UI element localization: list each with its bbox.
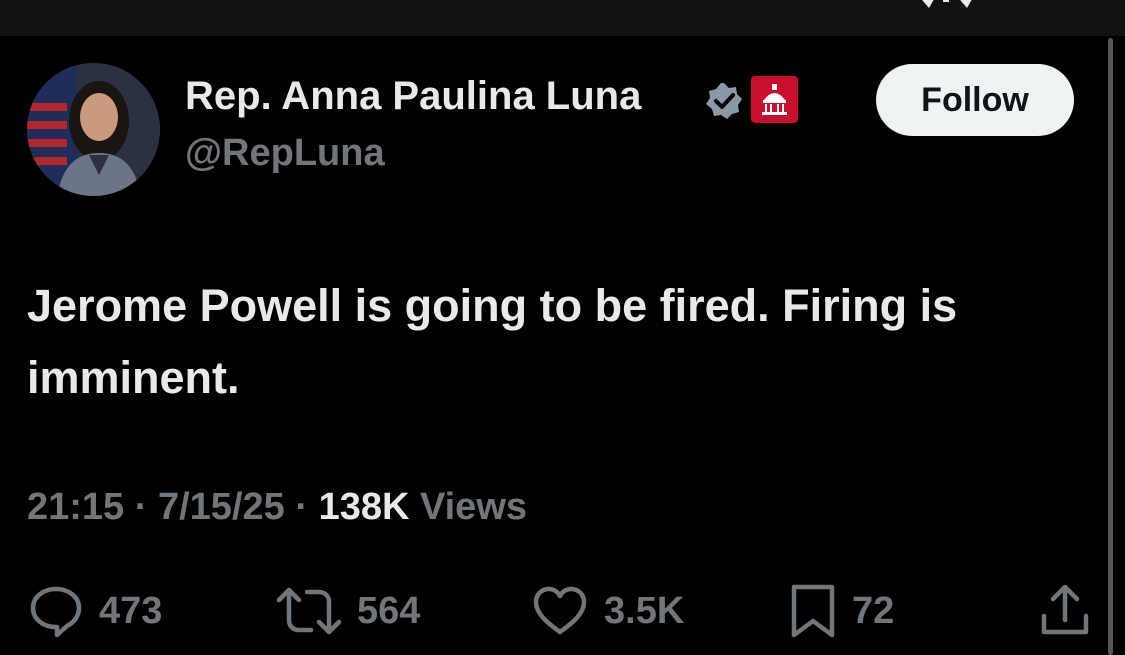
repost-icon bbox=[276, 587, 342, 635]
heart-icon bbox=[533, 586, 587, 635]
meta-separator: · bbox=[134, 486, 148, 528]
top-bar-logo-icon bbox=[915, 0, 985, 8]
reply-count: 473 bbox=[99, 589, 163, 632]
bookmark-button[interactable]: 72 bbox=[788, 582, 894, 640]
like-count: 3.5K bbox=[604, 589, 685, 632]
tweet-time[interactable]: 21:15 bbox=[27, 486, 124, 528]
scrollbar[interactable] bbox=[1108, 38, 1113, 655]
share-button[interactable] bbox=[1036, 582, 1094, 640]
share-icon bbox=[1041, 584, 1089, 635]
tweet-text: Jerome Powell is going to be fired. Firi… bbox=[27, 280, 958, 403]
avatar[interactable] bbox=[27, 63, 160, 196]
bookmark-count: 72 bbox=[852, 589, 895, 632]
meta-separator: · bbox=[295, 486, 308, 528]
bookmark-icon bbox=[791, 584, 835, 638]
display-name[interactable]: Rep. Anna Paulina Luna bbox=[185, 74, 641, 119]
repost-button[interactable]: 564 bbox=[275, 582, 420, 640]
like-button[interactable]: 3.5K bbox=[530, 582, 684, 640]
top-bar bbox=[0, 0, 1125, 36]
tweet-date[interactable]: 7/15/25 bbox=[158, 486, 285, 528]
repost-count: 564 bbox=[357, 589, 421, 632]
handle[interactable]: @RepLuna bbox=[185, 132, 385, 175]
views-count: 138K bbox=[318, 486, 410, 528]
views-label: Views bbox=[419, 486, 528, 528]
reply-button[interactable]: 473 bbox=[27, 582, 162, 640]
reply-icon bbox=[30, 586, 82, 638]
tweet-meta: 21:15 · 7/15/25 · 138K Views bbox=[27, 486, 527, 529]
house-gop-capitol-badge-icon[interactable] bbox=[751, 76, 798, 123]
verified-badge-icon[interactable] bbox=[704, 81, 744, 121]
follow-button[interactable]: Follow bbox=[876, 64, 1074, 136]
